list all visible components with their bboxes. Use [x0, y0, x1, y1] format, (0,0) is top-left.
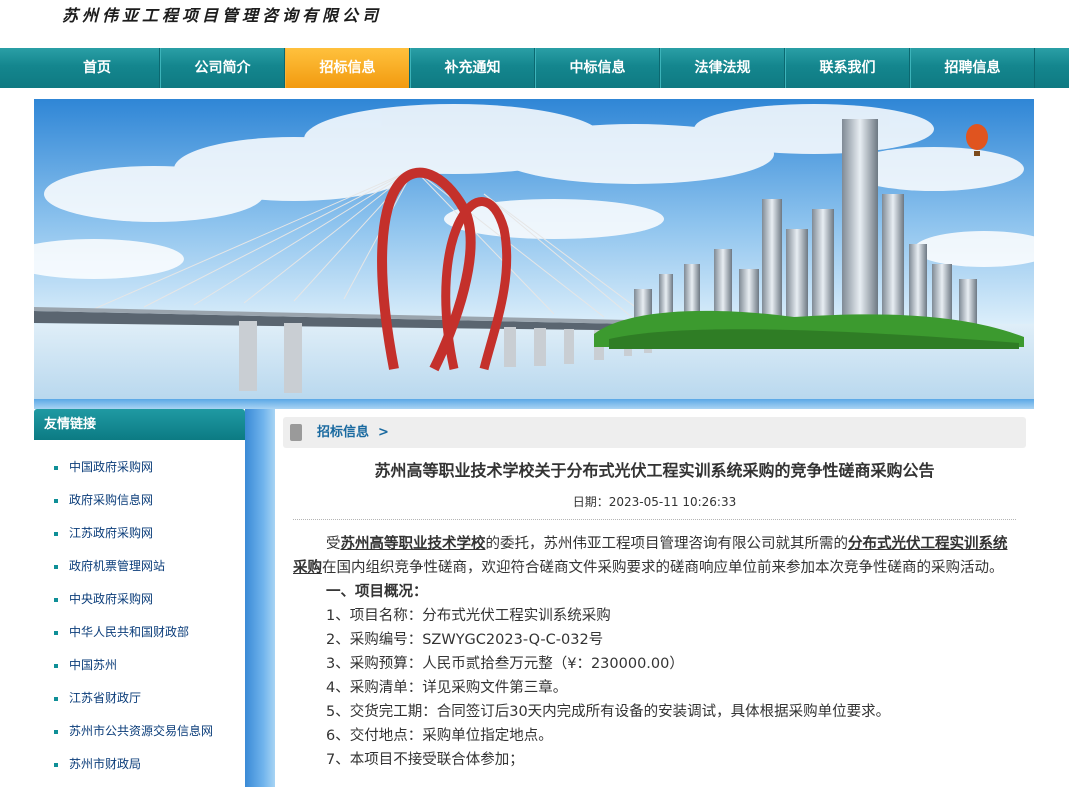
sidebar: 友情链接 中国政府采购网 政府采购信息网 江苏政府采购网 政府机票管理网站 中央… [34, 409, 245, 787]
main-content: 招标信息 > 苏州高等职业技术学校关于分布式光伏工程实训系统采购的竞争性磋商采购… [275, 409, 1034, 787]
project-detail-line: 7、本项目不接受联合体参加； [326, 752, 524, 768]
section-heading: 一、项目概况： [326, 584, 428, 600]
link-label: 政府机票管理网站 [69, 559, 166, 573]
bullet-icon [54, 531, 58, 536]
article-title: 苏州高等职业技术学校关于分布式光伏工程实训系统采购的竞争性磋商采购公告 [374, 461, 935, 480]
purchaser-name: 苏州高等职业技术学校 [340, 536, 486, 552]
project-detail-line: 2、采购编号：SZWYGC2023-Q-C-032号 [326, 632, 604, 648]
link-label: 江苏省财政厅 [69, 691, 142, 705]
breadcrumb-link[interactable]: 招标信息 [317, 417, 369, 448]
breadcrumb-separator: > [378, 425, 389, 440]
sidebar-link[interactable]: 政府机票管理网站 [34, 550, 245, 583]
bullet-icon [54, 465, 58, 470]
bullet-icon [54, 597, 58, 602]
bullet-icon [54, 696, 58, 701]
sidebar-title: 友情链接 [34, 409, 245, 440]
sidebar-link[interactable]: 政府采购信息网 [34, 484, 245, 517]
sidebar-link[interactable]: 苏州市公共资源交易信息网 [34, 715, 245, 748]
project-detail-line: 3、采购预算：人民币贰拾叁万元整（¥：230000.00） [326, 656, 684, 672]
company-logo-text: 苏州伟亚工程项目管理咨询有限公司 [62, 6, 383, 25]
link-label: 江苏政府采购网 [69, 526, 154, 540]
sidebar-link[interactable]: 江苏政府采购网 [34, 517, 245, 550]
nav-recruitment[interactable]: 招聘信息 [910, 48, 1035, 88]
sidebar-link[interactable]: 中华人民共和国财政部 [34, 616, 245, 649]
nav-tender-info[interactable]: 招标信息 [285, 48, 410, 88]
link-label: 中华人民共和国财政部 [69, 625, 190, 639]
sidebar-link[interactable]: 苏州市财政局 [34, 748, 245, 781]
sidebar-link[interactable]: 中国苏州 [34, 649, 245, 682]
link-label: 政府采购信息网 [69, 493, 154, 507]
friendly-links-list: 中国政府采购网 政府采购信息网 江苏政府采购网 政府机票管理网站 中央政府采购网… [34, 440, 245, 781]
bullet-icon [54, 630, 58, 635]
intro-paragraph: 受苏州高等职业技术学校的委托，苏州伟亚工程项目管理咨询有限公司就其所需的分布式光… [293, 532, 1016, 580]
divider [293, 519, 1016, 520]
project-detail-line: 4、采购清单：详见采购文件第三章。 [326, 680, 568, 696]
intro-text: 受 [326, 536, 341, 552]
link-label: 苏州市财政局 [69, 757, 142, 771]
project-detail-line: 1、项目名称：分布式光伏工程实训系统采购 [326, 608, 611, 624]
sidebar-link[interactable]: 江苏省财政厅 [34, 682, 245, 715]
nav-laws[interactable]: 法律法规 [660, 48, 785, 88]
intro-text: 的委托，苏州伟亚工程项目管理咨询有限公司就其所需的 [485, 536, 849, 552]
bullet-icon [54, 564, 58, 569]
nav-about[interactable]: 公司简介 [160, 48, 285, 88]
site-header: 苏州伟亚工程项目管理咨询有限公司 [0, 0, 1069, 48]
hero-banner [34, 99, 1034, 399]
bullet-icon [54, 729, 58, 734]
link-label: 中国政府采购网 [69, 460, 154, 474]
sidebar-decoration [245, 409, 275, 787]
project-detail-line: 6、交付地点：采购单位指定地点。 [326, 728, 553, 744]
link-label: 中央政府采购网 [69, 592, 154, 606]
nav-contact[interactable]: 联系我们 [785, 48, 910, 88]
nav-supplementary-notice[interactable]: 补充通知 [410, 48, 535, 88]
bullet-icon [54, 663, 58, 668]
nav-award-info[interactable]: 中标信息 [535, 48, 660, 88]
article-body: 受苏州高等职业技术学校的委托，苏州伟亚工程项目管理咨询有限公司就其所需的分布式光… [293, 532, 1016, 772]
intro-text: 在国内组织竞争性磋商，欢迎符合磋商文件采购要求的磋商响应单位前来参加本次竞争性磋… [322, 560, 1004, 576]
bullet-icon [54, 762, 58, 767]
banner-divider [34, 399, 1034, 409]
nav-home[interactable]: 首页 [35, 48, 160, 88]
article-date: 日期：2023-05-11 10:26:33 [572, 495, 737, 509]
project-detail-line: 5、交货完工期：合同签订后30天内完成所有设备的安装调试，具体根据采购单位要求。 [326, 704, 891, 720]
link-label: 中国苏州 [69, 658, 118, 672]
breadcrumb: 招标信息 > [283, 417, 1026, 448]
sidebar-link[interactable]: 中国政府采购网 [34, 451, 245, 484]
link-label: 苏州市公共资源交易信息网 [69, 724, 214, 738]
sidebar-link[interactable]: 中央政府采购网 [34, 583, 245, 616]
main-nav: 首页 公司简介 招标信息 补充通知 中标信息 法律法规 联系我们 招聘信息 [0, 48, 1069, 88]
breadcrumb-marker-icon [290, 424, 302, 441]
bullet-icon [54, 498, 58, 503]
